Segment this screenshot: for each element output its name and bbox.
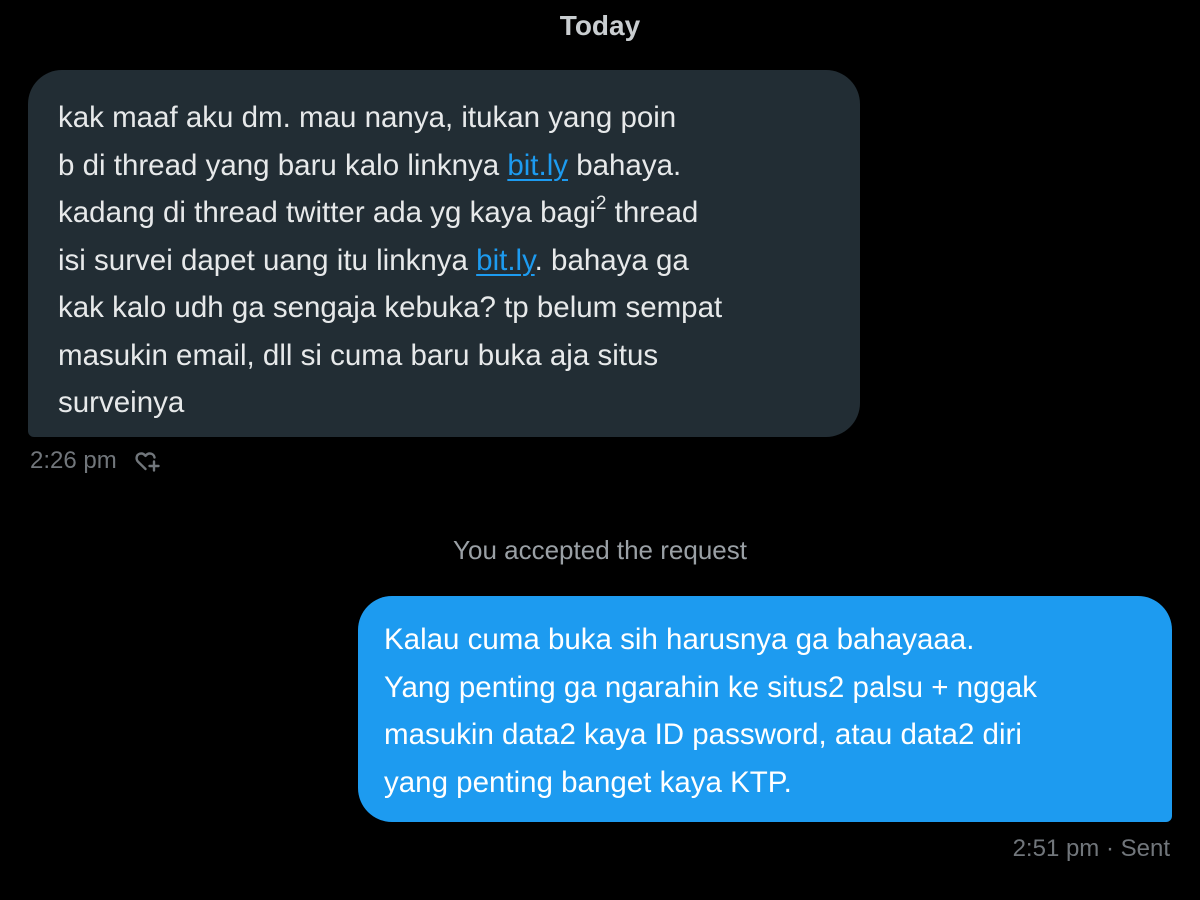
message-text: surveinya (58, 386, 185, 419)
message-text: kadang di thread twitter ada yg kaya bag… (58, 196, 596, 229)
message-line: Yang penting ga ngarahin ke situs2 palsu… (384, 670, 1038, 704)
message-link[interactable]: bit.ly (476, 244, 534, 277)
message-link[interactable]: bit.ly (507, 149, 568, 182)
message-text: thread (606, 196, 699, 229)
message-line: kak maaf aku dm. mau nanya, itukan yang … (58, 94, 830, 142)
day-divider: Today (559, 10, 641, 41)
message-line: masukin email, dll si cuma baru buka aja… (58, 332, 830, 380)
message-line: isi survei dapet uang itu linknya bit.ly… (58, 237, 830, 285)
incoming-timestamp: 2:26 pm (30, 447, 117, 474)
message-line: kadang di thread twitter ada yg kaya bag… (58, 189, 830, 237)
message-text: kak maaf aku dm. mau nanya, itukan yang … (58, 101, 677, 134)
request-accepted-note: You accepted the request (453, 535, 747, 565)
message-line: yang penting banget kaya KTP. (384, 765, 792, 799)
message-line: b di thread yang baru kalo linknya bit.l… (58, 142, 830, 190)
message-line: masukin data2 kaya ID password, atau dat… (384, 718, 1022, 751)
message-text: kak kalo udh ga sengaja kebuka? tp belum… (58, 291, 723, 324)
message-text: . bahaya ga (534, 243, 689, 277)
incoming-message-meta: 2:26 pm (30, 445, 161, 477)
incoming-message-bubble[interactable]: kak maaf aku dm. mau nanya, itukan yang … (28, 70, 860, 437)
heart-plus-icon[interactable] (133, 447, 161, 475)
superscript-text: 2 (595, 193, 607, 215)
message-line: Kalau cuma buka sih harusnya ga bahayaaa… (384, 623, 975, 656)
message-text: masukin email, dll si cuma baru buka aja… (58, 338, 659, 372)
message-line: kak kalo udh ga sengaja kebuka? tp belum… (58, 284, 830, 332)
outgoing-message-bubble[interactable]: Kalau cuma buka sih harusnya ga bahayaaa… (358, 596, 1172, 822)
message-text: bahaya. (568, 148, 682, 182)
message-text: b di thread yang baru kalo linknya (58, 148, 508, 182)
message-text: isi survei dapet uang itu linknya (58, 243, 477, 277)
outgoing-message-meta: 2:51 pm · Sent (1012, 835, 1170, 862)
message-line: surveinya (58, 379, 830, 427)
